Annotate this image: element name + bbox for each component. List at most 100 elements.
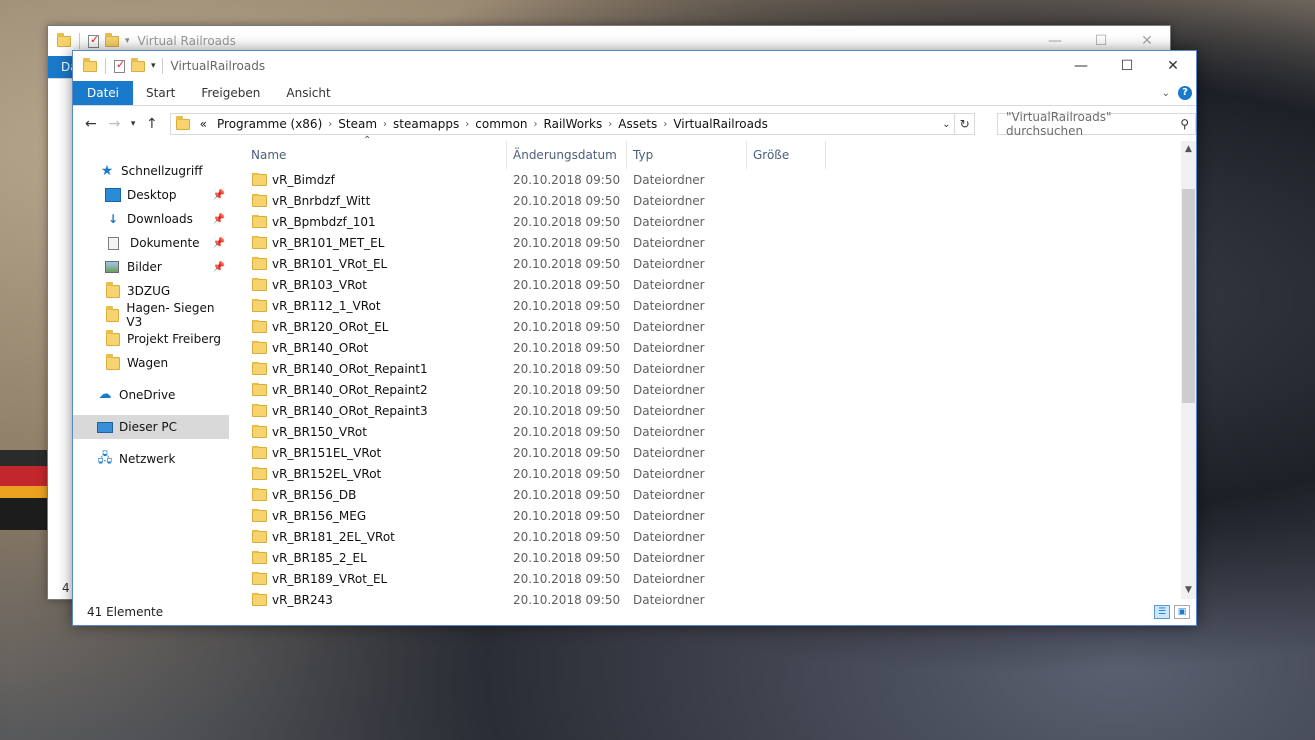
file-name-cell[interactable]: vR_BR156_DB (245, 487, 507, 502)
table-row[interactable]: vR_BR140_ORot 20.10.2018 09:50 Dateiordner (229, 337, 1196, 358)
file-name-cell[interactable]: vR_BR156_MEG (245, 508, 507, 523)
file-name-cell[interactable]: vR_BR152EL_VRot (245, 466, 507, 481)
file-name-cell[interactable]: vR_BR140_ORot_Repaint3 (245, 403, 507, 418)
pin-icon[interactable]: 📌 (213, 262, 225, 273)
tab-datei[interactable]: Datei (73, 81, 134, 105)
file-name-cell[interactable]: vR_Bimdzf (245, 172, 507, 187)
address-dropdown-icon[interactable]: ⌄ (938, 119, 954, 130)
column-header-date[interactable]: Änderungsdatum (507, 141, 627, 169)
table-row[interactable]: vR_BR151EL_VRot 20.10.2018 09:50 Dateiordn… (229, 442, 1196, 463)
file-name-cell[interactable]: vR_BR112_1_VRot (245, 298, 507, 313)
crumb-steamapps[interactable]: steamapps (387, 117, 465, 131)
nav-label: Wagen (127, 356, 169, 370)
crumb-common[interactable]: common (469, 117, 533, 131)
customize-quick-access-icon[interactable]: ▾ (151, 61, 156, 71)
column-header-name[interactable]: Name (245, 141, 507, 169)
nav-item-schnellzugriff[interactable]: ★ Schnellzugriff (73, 159, 229, 183)
refresh-icon[interactable]: ↻ (955, 113, 975, 135)
nav-item-onedrive[interactable]: ☁ OneDrive (73, 383, 229, 407)
details-view-icon[interactable]: ☰ (1154, 605, 1170, 619)
table-row[interactable]: vR_BR156_DB 20.10.2018 09:50 Dateiordner (229, 484, 1196, 505)
nav-item-hagen-siegen[interactable]: Hagen- Siegen V3 (73, 301, 229, 329)
expand-ribbon-icon[interactable]: ⌄ (1162, 88, 1170, 99)
file-name-cell[interactable]: vR_BR140_ORot (245, 340, 507, 355)
table-row[interactable]: vR_BR103_VRot 20.10.2018 09:50 Dateiordner (229, 274, 1196, 295)
table-row[interactable]: vR_BR181_2EL_VRot 20.10.2018 09:50 Dateior… (229, 526, 1196, 547)
forward-arrow-icon[interactable]: → (103, 116, 127, 132)
file-name-cell[interactable]: vR_BR189_VRot_EL (245, 571, 507, 586)
file-name-cell[interactable]: vR_BR150_VRot (245, 424, 507, 439)
table-row[interactable]: vR_BR101_MET_EL 20.10.2018 09:50 Dateiordn… (229, 232, 1196, 253)
table-row[interactable]: vR_BR120_ORot_EL 20.10.2018 09:50 Dateiord… (229, 316, 1196, 337)
file-type: Dateiordner (633, 235, 705, 250)
table-row[interactable]: vR_BR101_VRot_EL 20.10.2018 09:50 Dateiord… (229, 253, 1196, 274)
file-name-cell[interactable]: vR_BR185_2_EL (245, 550, 507, 565)
main-area: ★ Schnellzugriff Desktop 📌 ↓ Downloads 📌… (73, 135, 1196, 607)
file-name-cell[interactable]: vR_BR101_VRot_EL (245, 256, 507, 271)
pin-icon[interactable]: 📌 (213, 214, 225, 225)
close-button[interactable]: ✕ (1150, 51, 1196, 81)
table-row[interactable]: vR_BR140_ORot_Repaint1 20.10.2018 09:50 Da… (229, 358, 1196, 379)
explorer-window[interactable]: ▾ VirtualRailroads — ☐ ✕ Datei Start Fre… (72, 50, 1197, 626)
nav-item-bilder[interactable]: Bilder 📌 (73, 255, 229, 279)
file-name-cell[interactable]: vR_BR140_ORot_Repaint1 (245, 361, 507, 376)
table-row[interactable]: vR_BR150_VRot 20.10.2018 09:50 Dateiordner (229, 421, 1196, 442)
large-icons-view-icon[interactable]: ▣ (1174, 605, 1190, 619)
table-row[interactable]: vR_Bpmbdzf_101 20.10.2018 09:50 Dateiordne… (229, 211, 1196, 232)
pin-icon[interactable]: 📌 (213, 238, 225, 249)
crumb-steam[interactable]: Steam (332, 117, 383, 131)
table-row[interactable]: vR_BR189_VRot_EL 20.10.2018 09:50 Dateiord… (229, 568, 1196, 589)
file-name-cell[interactable]: vR_BR181_2EL_VRot (245, 529, 507, 544)
table-row[interactable]: vR_BR112_1_VRot 20.10.2018 09:50 Dateiordn… (229, 295, 1196, 316)
file-name-cell[interactable]: vR_BR151EL_VRot (245, 445, 507, 460)
table-row[interactable]: vR_BR185_2_EL 20.10.2018 09:50 Dateiordner (229, 547, 1196, 568)
vertical-scrollbar[interactable]: ▲ ▼ (1181, 141, 1196, 599)
table-row[interactable]: vR_BR140_ORot_Repaint2 20.10.2018 09:50 Da… (229, 379, 1196, 400)
file-date: 20.10.2018 09:50 (513, 571, 621, 586)
pin-icon[interactable]: 📌 (213, 190, 225, 201)
nav-item-projekt-freiberg[interactable]: Projekt Freiberg (73, 327, 229, 351)
overflow-crumb[interactable]: « (196, 117, 211, 131)
scrollbar-thumb[interactable] (1182, 189, 1195, 403)
tab-freigeben[interactable]: Freigeben (188, 81, 273, 105)
scroll-down-icon[interactable]: ▼ (1181, 582, 1196, 599)
column-header-size[interactable]: Größe (747, 141, 826, 169)
nav-item-netzwerk[interactable]: 🖧 Netzwerk (73, 447, 229, 471)
search-input[interactable]: "VirtualRailroads" durchsuchen ⚲ (996, 110, 1196, 138)
file-name-cell[interactable]: vR_BR103_VRot (245, 277, 507, 292)
maximize-button[interactable]: ☐ (1104, 51, 1150, 81)
table-row[interactable]: vR_BR140_ORot_Repaint3 20.10.2018 09:50 Da… (229, 400, 1196, 421)
file-name-cell[interactable]: vR_Bpmbdzf_101 (245, 214, 507, 229)
column-header-type[interactable]: Typ (627, 141, 747, 169)
table-row[interactable]: vR_BR152EL_VRot 20.10.2018 09:50 Dateiordn… (229, 463, 1196, 484)
nav-item-downloads[interactable]: ↓ Downloads 📌 (73, 207, 229, 231)
nav-item-3dzug[interactable]: 3DZUG (73, 279, 229, 303)
help-icon[interactable]: ? (1178, 86, 1192, 100)
address-bar[interactable]: « Programme (x86) › Steam › steamapps › … (169, 113, 956, 135)
file-name-cell[interactable]: vR_BR140_ORot_Repaint2 (245, 382, 507, 397)
properties-icon[interactable] (114, 58, 125, 73)
scroll-up-icon[interactable]: ▲ (1181, 141, 1196, 158)
crumb-assets[interactable]: Assets (612, 117, 663, 131)
crumb-railworks[interactable]: RailWorks (538, 117, 609, 131)
tab-start[interactable]: Start (133, 81, 188, 105)
nav-item-dieser-pc[interactable]: Dieser PC (73, 415, 229, 439)
recent-locations-icon[interactable]: ▾ (126, 119, 140, 129)
file-date: 20.10.2018 09:50 (513, 550, 621, 565)
table-row[interactable]: vR_BR156_MEG 20.10.2018 09:50 Dateiordner (229, 505, 1196, 526)
tab-ansicht[interactable]: Ansicht (273, 81, 343, 105)
minimize-button[interactable]: — (1058, 51, 1104, 81)
up-arrow-icon[interactable]: ↑ (140, 116, 164, 132)
file-name-cell[interactable]: vR_BR120_ORot_EL (245, 319, 507, 334)
new-folder-icon[interactable] (131, 57, 145, 72)
file-name-cell[interactable]: vR_BR101_MET_EL (245, 235, 507, 250)
file-name-cell[interactable]: vR_Bnrbdzf_Witt (245, 193, 507, 208)
table-row[interactable]: vR_Bnrbdzf_Witt 20.10.2018 09:50 Dateiordn… (229, 190, 1196, 211)
crumb-virtualrailroads[interactable]: VirtualRailroads (667, 117, 774, 131)
table-row[interactable]: vR_Bimdzf 20.10.2018 09:50 Dateiordner (229, 169, 1196, 190)
crumb-programme[interactable]: Programme (x86) (211, 117, 328, 131)
nav-item-dokumente[interactable]: Dokumente 📌 (73, 231, 229, 255)
back-arrow-icon[interactable]: ← (79, 116, 103, 132)
nav-item-desktop[interactable]: Desktop 📌 (73, 183, 229, 207)
nav-item-wagen[interactable]: Wagen (73, 351, 229, 375)
